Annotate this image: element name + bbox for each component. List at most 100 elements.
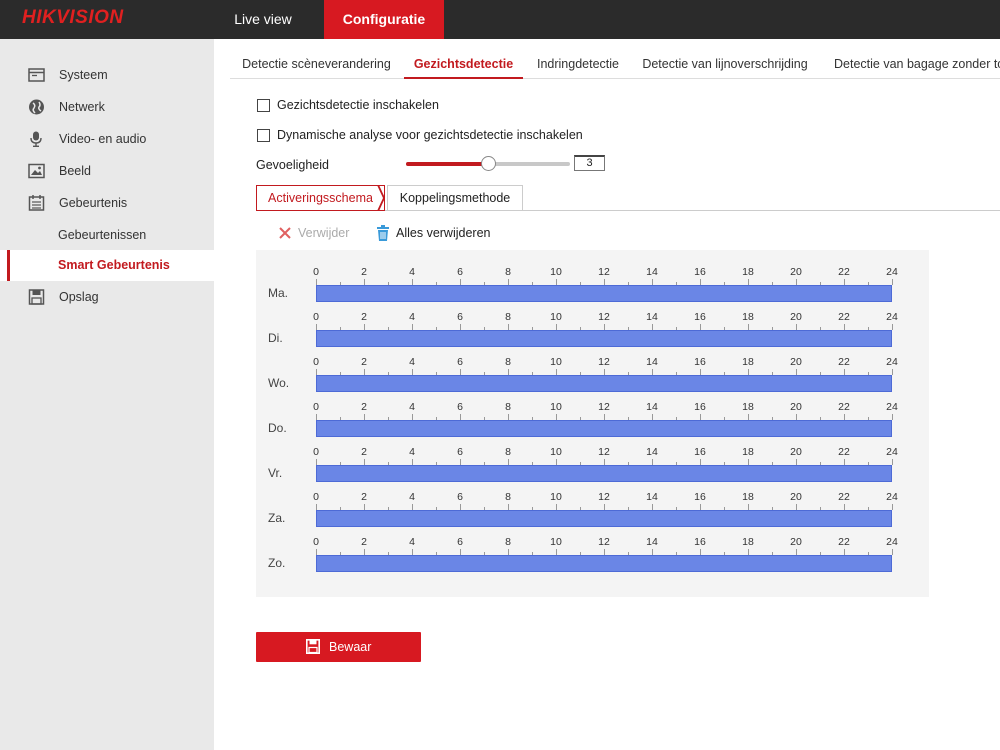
sidebar-item-video-audio[interactable]: Video- en audio — [0, 125, 214, 153]
sensitivity-slider[interactable] — [406, 156, 570, 171]
hour-tick-label: 18 — [742, 356, 754, 368]
hour-tick-label: 8 — [505, 401, 511, 413]
schedule-time-bar[interactable] — [316, 555, 892, 572]
hour-tick-label: 20 — [790, 356, 802, 368]
hour-tick-label: 10 — [550, 446, 562, 458]
hour-tick-mark — [892, 279, 893, 285]
hour-tick-label: 20 — [790, 401, 802, 413]
hour-tick-label: 16 — [694, 311, 706, 323]
enable-face-detection-checkbox[interactable] — [257, 99, 270, 112]
close-icon — [279, 227, 291, 239]
hour-tick-label: 0 — [313, 266, 319, 278]
day-label: Di. — [268, 331, 283, 345]
nav-configuration[interactable]: Configuratie — [324, 0, 444, 39]
hour-tick-label: 10 — [550, 536, 562, 548]
sensitivity-slider-handle[interactable] — [481, 156, 496, 171]
hour-tick-label: 24 — [886, 311, 898, 323]
sidebar-item-smart-gebeurtenis[interactable]: Smart Gebeurtenis — [0, 250, 214, 281]
hour-tick-label: 24 — [886, 356, 898, 368]
hour-tick-label: 4 — [409, 266, 415, 278]
schedule-subtabs: Activeringsschema Koppelingsmethode — [256, 185, 1000, 211]
hour-tick-label: 16 — [694, 491, 706, 503]
hour-tick-label: 2 — [361, 401, 367, 413]
globe-icon — [29, 99, 44, 115]
hour-tick-label: 0 — [313, 446, 319, 458]
hour-tick-label: 22 — [838, 446, 850, 458]
hour-tick-label: 12 — [598, 446, 610, 458]
hour-tick-label: 24 — [886, 536, 898, 548]
tab-face-detection[interactable]: Gezichtsdetectie — [404, 50, 523, 79]
tab-linkage-method[interactable]: Koppelingsmethode — [387, 185, 523, 211]
day-label: Wo. — [268, 376, 290, 390]
hour-tick-label: 24 — [886, 446, 898, 458]
delete-button[interactable]: Verwijder — [278, 225, 352, 241]
sidebar-item-netwerk[interactable]: Netwerk — [0, 93, 214, 121]
schedule-time-bar[interactable] — [316, 465, 892, 482]
hour-tick-mark — [892, 549, 893, 555]
hour-tick-mark — [892, 414, 893, 420]
hour-tick-label: 20 — [790, 536, 802, 548]
hour-tick-label: 14 — [646, 311, 658, 323]
dynamic-analysis-checkbox[interactable] — [257, 129, 270, 142]
schedule-time-bar[interactable] — [316, 420, 892, 437]
tab-unattended-baggage[interactable]: Detectie van bagage zonder to — [834, 50, 1000, 79]
sidebar-item-label: Opslag — [59, 290, 99, 304]
sensitivity-label: Gevoeligheid — [256, 158, 329, 172]
sidebar-item-gebeurtenissen[interactable]: Gebeurtenissen — [0, 221, 214, 249]
hour-tick-label: 2 — [361, 491, 367, 503]
tab-activation-schedule[interactable]: Activeringsschema — [256, 185, 385, 211]
hour-tick-label: 4 — [409, 311, 415, 323]
hour-tick-label: 14 — [646, 491, 658, 503]
microphone-icon — [30, 131, 42, 147]
sidebar-item-opslag[interactable]: Opslag — [0, 283, 214, 311]
hour-tick-label: 12 — [598, 491, 610, 503]
save-button-label: Bewaar — [329, 640, 372, 654]
hour-tick-label: 20 — [790, 491, 802, 503]
hour-tick-label: 0 — [313, 536, 319, 548]
hour-tick-label: 12 — [598, 266, 610, 278]
sidebar-item-beeld[interactable]: Beeld — [0, 157, 214, 185]
hour-tick-label: 4 — [409, 491, 415, 503]
hour-tick-label: 14 — [646, 536, 658, 548]
hour-tick-label: 24 — [886, 401, 898, 413]
tab-scene-change[interactable]: Detectie scèneverandering — [230, 50, 403, 79]
hour-tick-label: 6 — [457, 356, 463, 368]
save-disk-icon — [28, 289, 45, 305]
sidebar-item-label: Beeld — [59, 164, 91, 178]
schedule-time-bar[interactable] — [316, 375, 892, 392]
schedule-time-bar[interactable] — [316, 285, 892, 302]
schedule-time-bar[interactable] — [316, 510, 892, 527]
top-navigation-bar: HIKVISION Live view Configuratie — [0, 0, 1000, 39]
hour-tick-label: 2 — [361, 536, 367, 548]
delete-all-button[interactable]: Alles verwijderen — [376, 225, 496, 241]
trash-icon — [377, 225, 389, 241]
day-label: Za. — [268, 511, 286, 525]
hour-tick-label: 12 — [598, 536, 610, 548]
weekly-schedule: 0 2 4 6 8 10 12 14 16 18 20 22 24 Ma. 0 2 4 6 8 10 12 14 16 18 2… — [256, 250, 929, 597]
hour-tick-label: 10 — [550, 311, 562, 323]
hour-tick-label: 8 — [505, 356, 511, 368]
sidebar-item-gebeurtenis[interactable]: Gebeurtenis — [0, 189, 214, 217]
hour-tick-label: 6 — [457, 311, 463, 323]
hour-tick-label: 14 — [646, 401, 658, 413]
hour-tick-label: 10 — [550, 401, 562, 413]
hour-tick-label: 8 — [505, 266, 511, 278]
nav-live-view[interactable]: Live view — [214, 0, 312, 39]
sidebar-item-systeem[interactable]: Systeem — [0, 61, 214, 89]
tab-intrusion-detection[interactable]: Indringdetectie — [530, 50, 626, 79]
sensitivity-value-input[interactable]: 3 — [574, 155, 605, 171]
monitor-icon — [28, 68, 45, 82]
hour-tick-label: 4 — [409, 536, 415, 548]
hour-tick-label: 14 — [646, 266, 658, 278]
hour-tick-label: 22 — [838, 356, 850, 368]
hour-tick-label: 8 — [505, 536, 511, 548]
hour-tick-label: 14 — [646, 356, 658, 368]
dynamic-analysis-label: Dynamische analyse voor gezichtsdetectie… — [277, 128, 583, 142]
hour-tick-label: 0 — [313, 491, 319, 503]
hour-tick-label: 0 — [313, 401, 319, 413]
hour-tick-label: 20 — [790, 446, 802, 458]
tab-line-crossing[interactable]: Detectie van lijnoverschrijding — [640, 50, 810, 79]
schedule-time-bar[interactable] — [316, 330, 892, 347]
hour-tick-label: 24 — [886, 266, 898, 278]
save-button[interactable]: Bewaar — [256, 632, 421, 662]
